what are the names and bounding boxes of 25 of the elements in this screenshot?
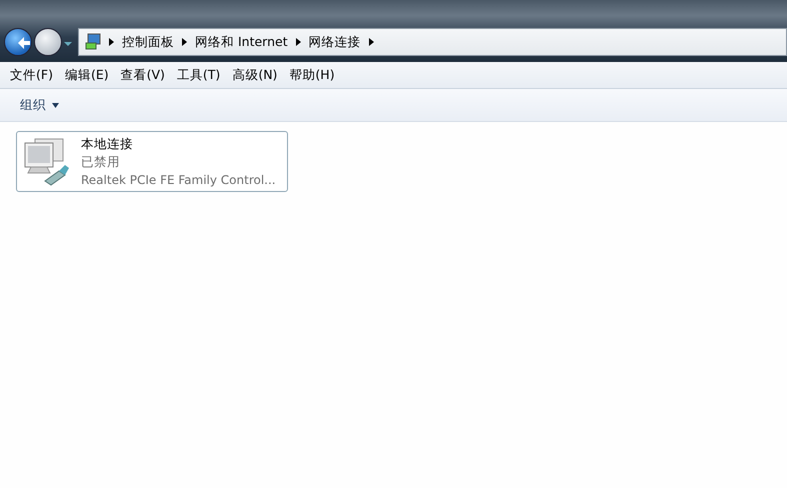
organize-button[interactable]: 组织 [14,94,65,116]
network-connection-item[interactable]: 本地连接 已禁用 Realtek PCIe FE Family Control... [16,131,288,192]
menu-item[interactable]: 文件(F) [4,66,59,84]
dropdown-arrow-icon[interactable] [64,41,72,47]
menu-item[interactable]: 查看(V) [114,66,171,84]
caret-icon [52,102,59,108]
breadcrumb-item[interactable]: 网络和 Internet [195,34,288,50]
menu-item[interactable]: 帮助(H) [283,66,341,84]
menu-item[interactable]: 高级(N) [226,66,284,84]
address-bar[interactable]: 控制面板 网络和 Internet 网络连接 [78,28,787,56]
chevron-right-icon[interactable] [109,38,114,46]
arrow-left-icon [18,37,30,49]
menu-item[interactable]: 工具(T) [170,66,226,84]
back-button[interactable] [4,28,32,56]
connection-status: 已禁用 [81,153,121,171]
menu-item[interactable]: 编辑(E) [58,66,115,84]
forward-button[interactable] [34,28,62,56]
breadcrumb-item[interactable]: 控制面板 [122,34,174,50]
network-folder-icon [85,33,101,51]
connection-name: 本地连接 [81,135,134,153]
adapter-name: Realtek PCIe FE Family Control... [81,172,276,189]
chevron-right-icon[interactable] [368,38,374,46]
breadcrumb-item[interactable]: 网络连接 [308,34,361,50]
chevron-right-icon[interactable] [182,38,187,46]
chevron-right-icon[interactable] [296,38,301,46]
